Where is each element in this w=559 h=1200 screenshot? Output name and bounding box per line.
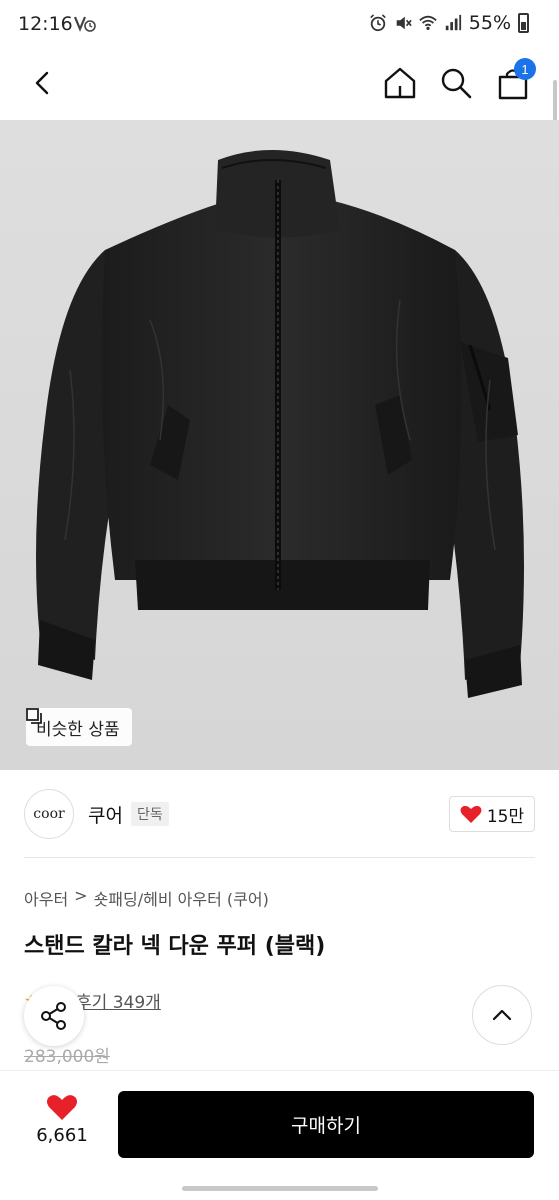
status-bar: 12:16 55%	[0, 0, 559, 52]
jacket-illustration	[0, 120, 559, 770]
home-button[interactable]	[377, 60, 423, 106]
cart-button[interactable]: 1	[490, 58, 536, 106]
share-icon	[41, 1002, 66, 1030]
wifi-icon	[419, 15, 437, 31]
brand-like-button[interactable]: 15만	[449, 796, 535, 832]
chevron-up-icon	[492, 1009, 512, 1021]
alarm-icon	[369, 14, 386, 32]
back-button[interactable]	[20, 60, 66, 106]
battery-icon	[518, 13, 529, 33]
chevron-left-icon	[35, 71, 49, 95]
exclusive-badge: 단독	[131, 802, 169, 826]
search-button[interactable]	[433, 60, 479, 106]
scroll-to-top-button[interactable]	[472, 985, 532, 1045]
wishlist-button[interactable]: 6,661	[26, 1093, 98, 1153]
brand-row: coor 쿠어 단독 15만	[0, 770, 559, 858]
brand-logo[interactable]: coor	[24, 789, 74, 839]
home-indicator	[182, 1186, 378, 1191]
cart-count-badge: 1	[514, 58, 536, 80]
wishlist-count: 6,661	[36, 1125, 88, 1146]
brand-name[interactable]: 쿠어	[88, 801, 123, 828]
similar-products-label: 비슷한 상품	[36, 719, 120, 740]
breadcrumb-separator: >	[74, 886, 88, 905]
share-button[interactable]	[24, 986, 84, 1046]
heart-icon	[460, 805, 482, 823]
bottom-action-bar: 6,661 구매하기	[0, 1070, 559, 1200]
battery-percent: 55%	[468, 12, 511, 34]
review-count-link[interactable]: 후기 349개	[76, 988, 161, 1013]
mute-icon	[396, 16, 412, 30]
original-price: 283,000원	[24, 1047, 110, 1067]
breadcrumb: 아우터 > 숏패딩/헤비 아우터 (쿠어)	[24, 886, 269, 910]
status-right-icons: 55%	[369, 12, 529, 34]
heart-icon	[47, 1095, 77, 1120]
status-time: 12:16	[18, 13, 73, 35]
home-icon	[384, 67, 416, 99]
section-divider	[24, 857, 535, 858]
top-nav-bar: 1	[0, 52, 559, 162]
product-image[interactable]: 비슷한 상품	[0, 120, 559, 770]
status-notification-icons	[73, 15, 96, 37]
breadcrumb-item-outer[interactable]: 아우터	[24, 886, 68, 910]
signal-icon	[445, 14, 461, 31]
brand-like-count: 15만	[486, 806, 525, 827]
similar-products-button[interactable]: 비슷한 상품	[26, 708, 132, 746]
notification-icon	[73, 16, 96, 32]
similar-items-icon	[26, 708, 42, 724]
search-icon	[441, 68, 472, 99]
product-title: 스탠드 칼라 넥 다운 푸퍼 (블랙)	[24, 934, 326, 959]
buy-button[interactable]: 구매하기	[118, 1091, 534, 1158]
breadcrumb-item-padding[interactable]: 숏패딩/헤비 아우터 (쿠어)	[94, 886, 269, 910]
